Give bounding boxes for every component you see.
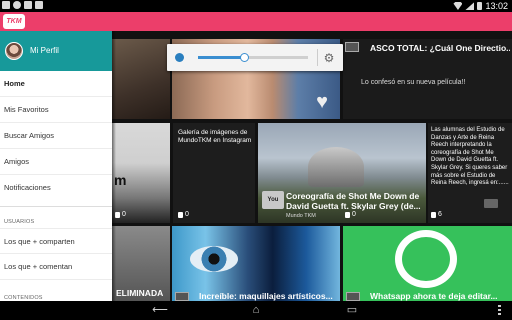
tile-text: Las alumnas del Estudio de Danzas y Arte… [431, 127, 509, 187]
tile-coreografia[interactable]: You Coreografía de Shot Me Down de David… [258, 123, 426, 223]
cloud-icon [13, 1, 21, 9]
notification-icon [2, 1, 10, 9]
drawer-item-comparten[interactable]: Los que + comparten [0, 228, 112, 254]
thumbs-up-icon [431, 211, 436, 218]
notification-icons [2, 1, 43, 9]
video-icon [175, 292, 189, 301]
volume-slider-handle[interactable] [239, 53, 249, 62]
tile-image [112, 39, 170, 119]
signal-icon [465, 2, 475, 10]
tile-whatsapp[interactable]: Whatsapp ahora te deja editar... [343, 226, 512, 301]
home-button[interactable]: ⌂ [248, 304, 264, 317]
volume-slider-fill [198, 56, 245, 59]
clock: 13:02 [485, 1, 508, 11]
download-icon [24, 1, 32, 9]
settings-icon[interactable]: ⚙ [322, 51, 336, 65]
back-button[interactable]: ⟵ [152, 304, 168, 317]
overflow-menu-icon[interactable] [498, 305, 501, 316]
drawer-item-amigos[interactable]: Amigos [0, 149, 112, 175]
like-count: 0 [115, 211, 126, 218]
avatar[interactable] [5, 42, 23, 60]
divider [317, 49, 318, 66]
navigation-drawer: Mi Perfil Home Mis Favoritos Buscar Amig… [0, 31, 112, 301]
tile-photo-top-left[interactable] [112, 39, 170, 119]
volume-slider[interactable] [198, 53, 308, 62]
heart-icon[interactable]: ♥ [312, 92, 332, 112]
media-volume-icon [175, 53, 184, 62]
battery-icon [477, 2, 483, 10]
status-bar: 13:02 [0, 0, 512, 12]
tile-title: Whatsapp ahora te deja editar... [370, 291, 498, 301]
system-nav-bar: ⟵ ⌂ ▭ [0, 301, 512, 320]
tile-text: Galería de imágenes de MundoTKM en Insta… [178, 129, 252, 144]
divider [0, 206, 112, 207]
tile-galeria[interactable]: Galería de imágenes de MundoTKM en Insta… [173, 123, 255, 223]
tile-source: Mundo TKM [286, 213, 316, 219]
like-count: 6 [431, 211, 442, 218]
like-count: 0 [178, 211, 189, 218]
youtube-icon: You [262, 191, 284, 209]
wifi-icon [453, 2, 463, 10]
section-header-usuarios: USUARIOS [4, 219, 35, 225]
thumbs-up-icon [345, 211, 350, 218]
recent-apps-button[interactable]: ▭ [344, 304, 360, 317]
tile-alumnas[interactable]: Las alumnas del Estudio de Danzas y Arte… [428, 123, 512, 223]
tile-left-mid[interactable]: m 0 [112, 123, 170, 223]
tile-subtitle: Lo confesó en su nueva película!! [361, 79, 466, 86]
tile-title: ELIMINADA [116, 288, 164, 298]
tile-title: ASCO TOTAL: ¿Cuál One Directio... [370, 43, 510, 53]
tile-title: Coreografía de Shot Me Down de David Gue… [286, 191, 421, 211]
drawer-item-comentan[interactable]: Los que + comentan [0, 254, 112, 280]
tile-title: Increíble: maquillajes artísticos... [199, 291, 333, 301]
whatsapp-logo [395, 230, 457, 288]
eye-shape [190, 246, 238, 272]
video-icon [346, 292, 360, 301]
mail-icon [35, 1, 43, 9]
thumbs-up-icon [178, 211, 183, 218]
drawer-header[interactable]: Mi Perfil [0, 31, 112, 71]
more-icon[interactable] [484, 199, 498, 208]
dome-shape [308, 147, 364, 187]
drawer-item-buscar-amigos[interactable]: Buscar Amigos [0, 123, 112, 149]
drawer-item-notificaciones[interactable]: Notificaciones [0, 175, 112, 201]
tile-eliminada[interactable]: ELIMINADA [112, 226, 170, 301]
app-logo[interactable]: TKM [3, 14, 25, 29]
tile-asco-total[interactable]: ASCO TOTAL: ¿Cuál One Directio... Lo con… [343, 39, 512, 119]
profile-name[interactable]: Mi Perfil [30, 46, 59, 55]
coreo-like-count: 0 [345, 211, 356, 218]
video-icon [345, 42, 359, 52]
app-bar: TKM [0, 12, 512, 31]
tile-maquillajes[interactable]: Increíble: maquillajes artísticos... [172, 226, 340, 301]
drawer-item-favoritos[interactable]: Mis Favoritos [0, 97, 112, 123]
drawer-shadow [112, 31, 116, 301]
volume-panel: ⚙ [167, 44, 343, 71]
drawer-item-home[interactable]: Home [0, 71, 112, 97]
